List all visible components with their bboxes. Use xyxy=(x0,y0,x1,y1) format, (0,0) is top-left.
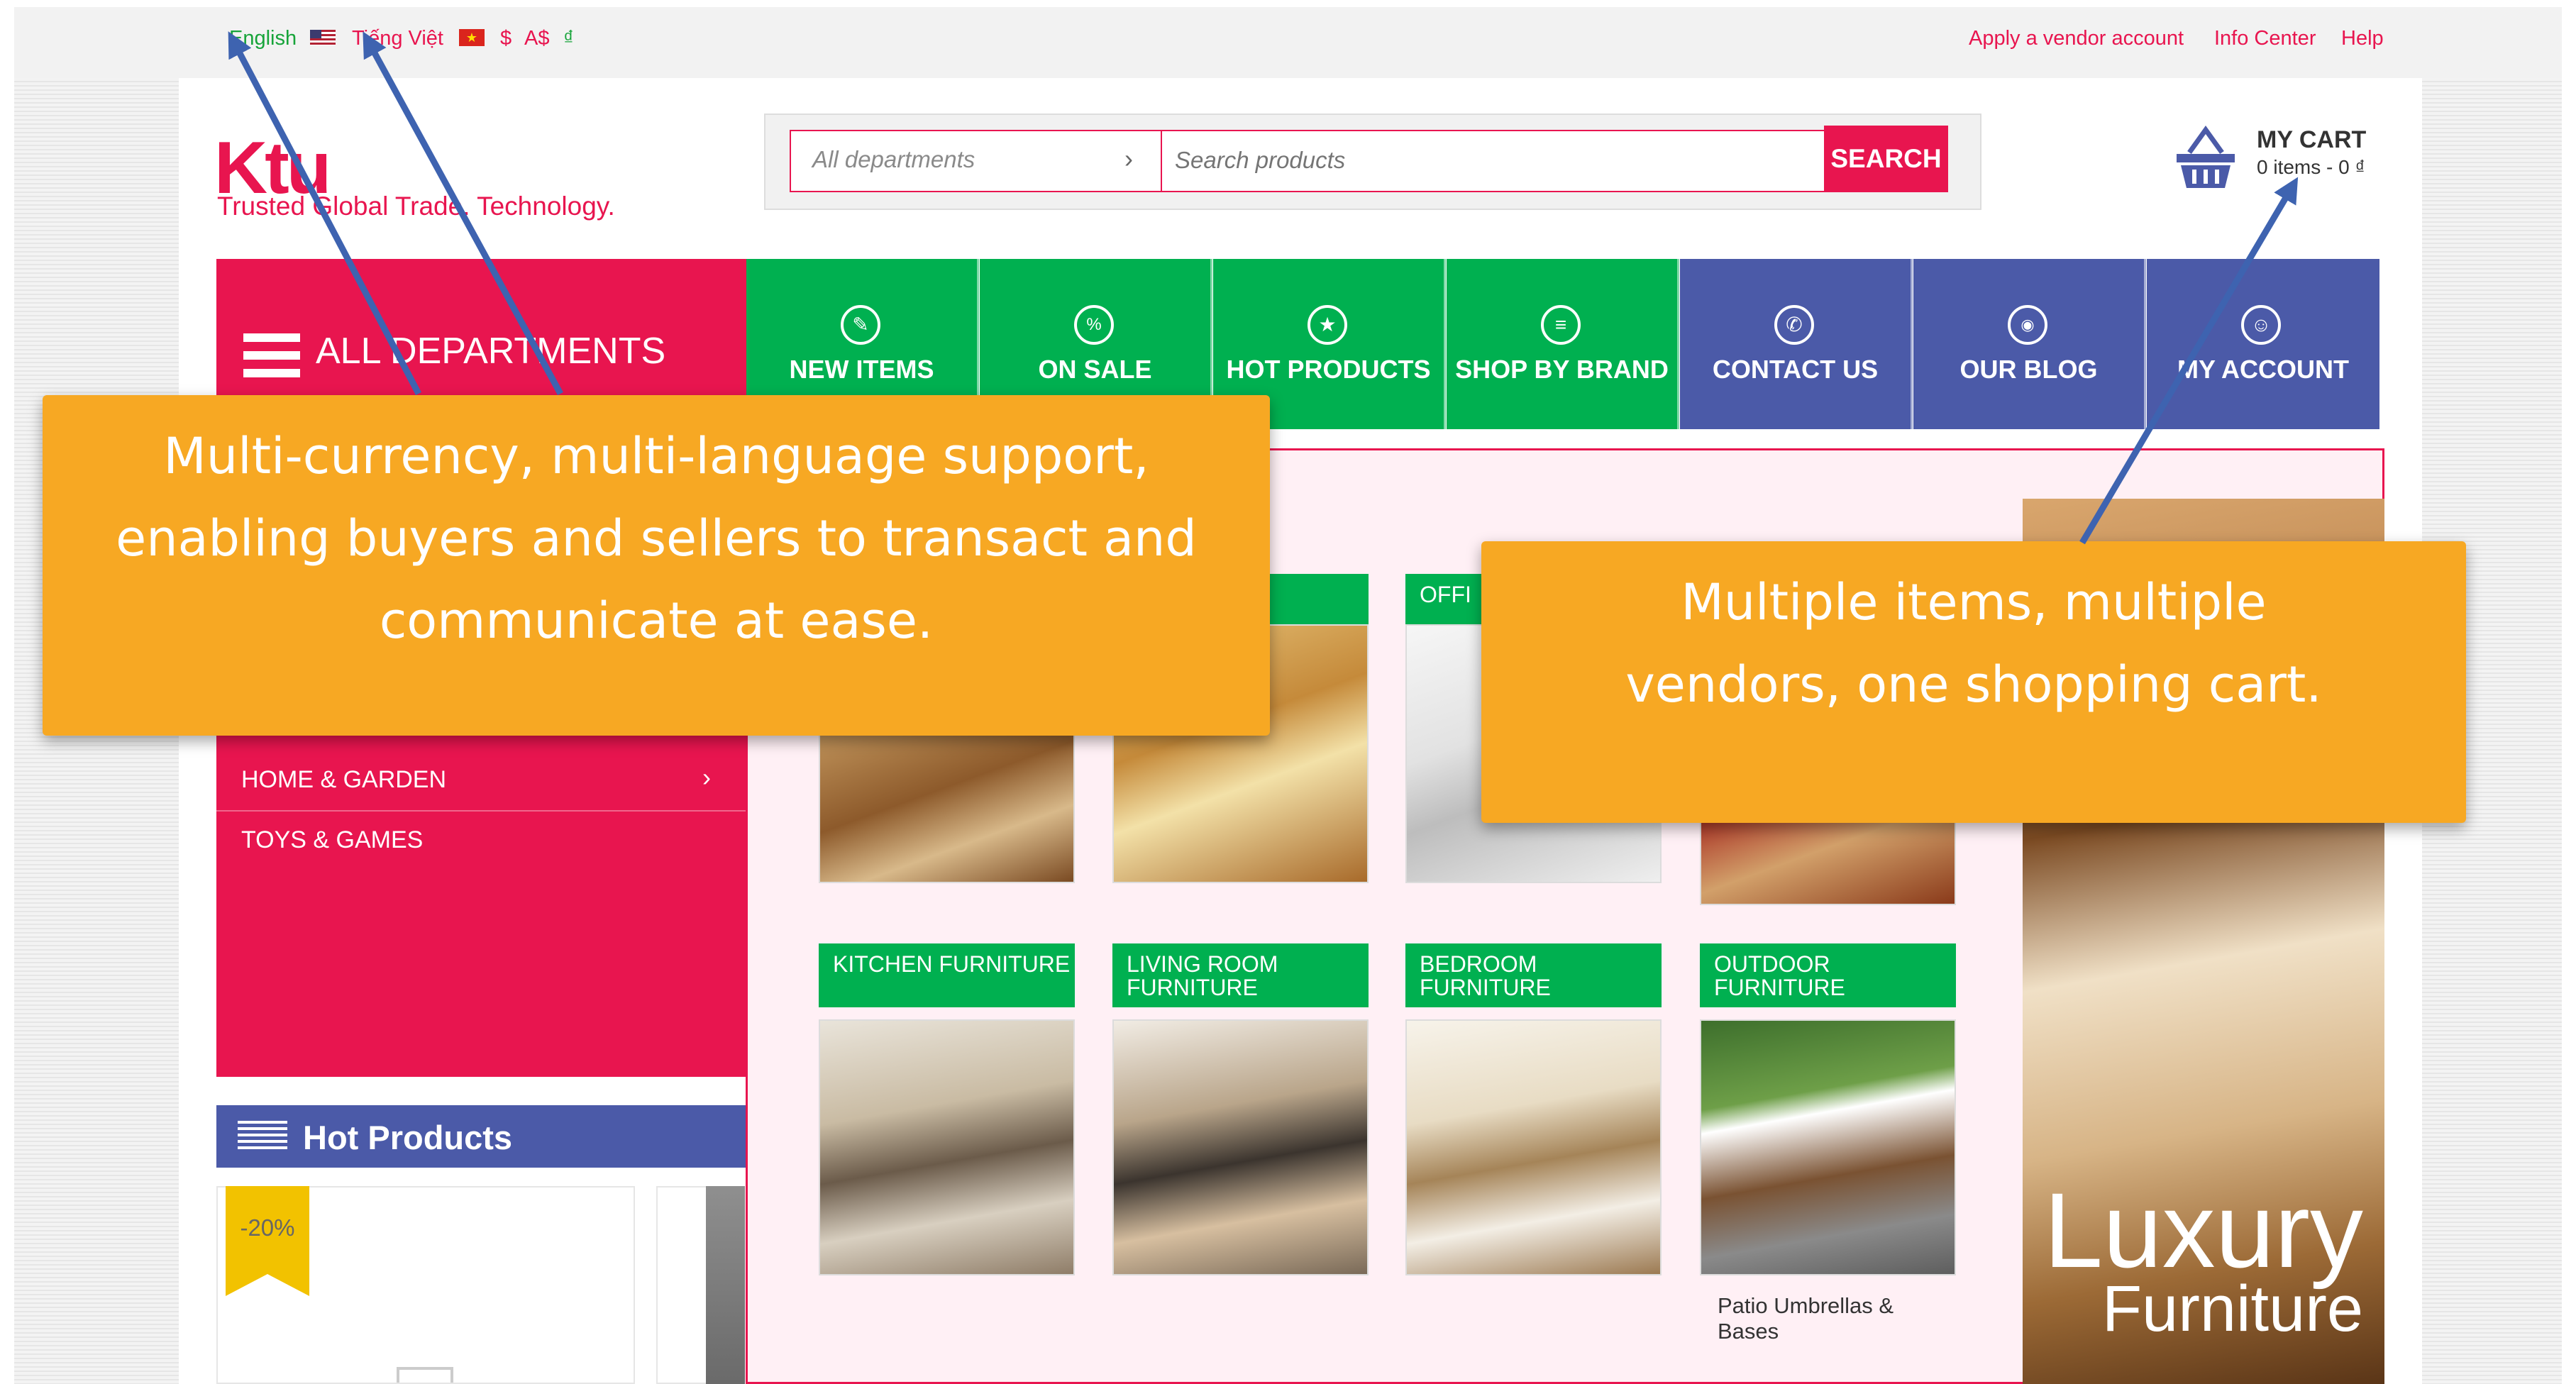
arrow-to-language xyxy=(228,31,421,396)
arrow-to-cart xyxy=(2079,177,2299,545)
annotation-arrows xyxy=(228,31,2299,545)
arrow-to-currency xyxy=(363,31,563,396)
